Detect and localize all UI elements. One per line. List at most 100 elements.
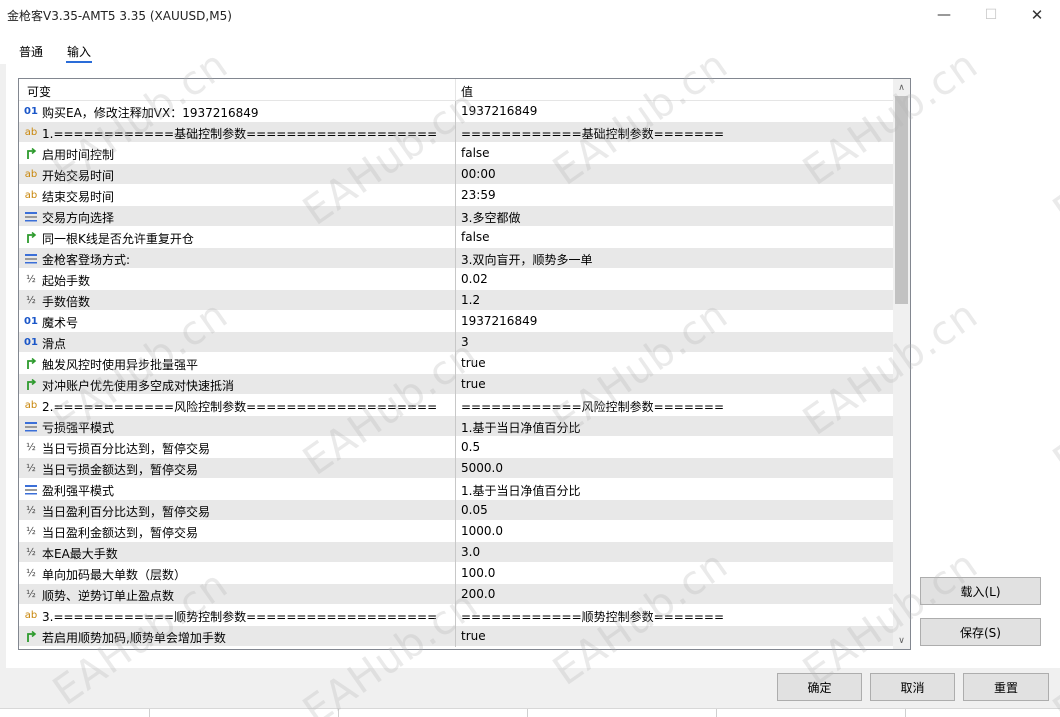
parameter-name: 2.============风险控制参数=================== <box>42 400 438 414</box>
parameter-row[interactable]: 盈利强平模式 1.基于当日净值百分比 <box>19 479 893 500</box>
cell-divider <box>455 584 456 605</box>
column-header-variable[interactable]: 可变 <box>27 83 51 100</box>
parameter-row[interactable]: ab 1.============基础控制参数==================… <box>19 122 893 143</box>
boolean-type-icon <box>24 145 38 161</box>
load-button[interactable]: 载入(L) <box>920 577 1041 605</box>
parameter-row[interactable]: ½ 单向加码最大单数（层数） 100.0 <box>19 563 893 584</box>
parameter-value[interactable]: ============风险控制参数======= <box>461 398 724 415</box>
window-title: 金枪客V3.35-AMT5 3.35 (XAUUSD,M5) <box>7 9 232 23</box>
parameter-row[interactable]: 启用时间控制 false <box>19 143 893 164</box>
parameter-name: 滑点 <box>42 337 67 351</box>
parameter-row[interactable]: ½ 当日盈利百分比达到，暂停交易 0.05 <box>19 500 893 521</box>
close-icon[interactable]: ✕ <box>1014 0 1060 30</box>
cell-divider <box>455 416 456 437</box>
parameter-value[interactable]: 1.基于当日净值百分比 <box>461 482 580 499</box>
reset-button[interactable]: 重置 <box>963 673 1049 701</box>
parameter-row[interactable]: ½ 当日亏损百分比达到，暂停交易 0.5 <box>19 437 893 458</box>
parameter-row[interactable]: 触发风控时使用异步批量强平 true <box>19 353 893 374</box>
parameter-name: 结束交易时间 <box>42 190 115 204</box>
minimize-icon[interactable]: — <box>921 0 967 30</box>
parameter-value[interactable]: false <box>461 230 490 244</box>
parameter-value[interactable]: ============基础控制参数======= <box>461 125 724 142</box>
parameter-value[interactable]: 1.2 <box>461 293 480 307</box>
ok-button[interactable]: 确定 <box>777 673 862 701</box>
parameter-row[interactable]: ab 开始交易时间 00:00 <box>19 164 893 185</box>
parameter-value[interactable]: 1.基于当日净值百分比 <box>461 419 580 436</box>
double-type-icon: ½ <box>26 462 36 474</box>
tab-general[interactable]: 普通 <box>19 43 43 60</box>
parameter-row[interactable]: 01 购买EA，修改注释加VX：1937216849 1937216849 <box>19 101 893 122</box>
parameter-row[interactable]: 金枪客登场方式: 3.双向盲开，顺势多一单 <box>19 248 893 269</box>
parameter-value[interactable]: true <box>461 377 486 391</box>
parameter-row[interactable]: ½ 手数倍数 1.2 <box>19 290 893 311</box>
parameter-value[interactable]: true <box>461 629 486 643</box>
parameter-value[interactable]: 3.0 <box>461 545 480 559</box>
double-type-icon: ½ <box>26 504 36 516</box>
cell-divider <box>455 395 456 416</box>
vertical-scrollbar[interactable]: ∧ ∨ <box>893 79 910 649</box>
cell-divider <box>455 500 456 521</box>
cell-divider <box>455 437 456 458</box>
enum-type-icon <box>24 208 38 224</box>
cell-divider <box>455 164 456 185</box>
enum-type-icon <box>24 250 38 266</box>
parameter-value[interactable]: 1000.0 <box>461 524 503 538</box>
parameter-row[interactable]: 01 滑点 3 <box>19 332 893 353</box>
maximize-icon[interactable]: ☐ <box>968 0 1014 30</box>
tab-inputs[interactable]: 输入 <box>67 43 91 60</box>
parameter-row[interactable]: 同一根K线是否允许重复开仓 false <box>19 227 893 248</box>
column-divider[interactable] <box>455 79 456 101</box>
parameter-value[interactable]: 3 <box>461 335 469 349</box>
parameter-value[interactable]: ============顺势控制参数======= <box>461 608 724 625</box>
parameter-value[interactable]: 1937216849 <box>461 314 537 328</box>
parameter-row[interactable]: ab 3.============顺势控制参数==================… <box>19 605 893 626</box>
parameter-value[interactable]: 5000.0 <box>461 461 503 475</box>
integer-type-icon: 01 <box>24 105 38 117</box>
scrollbar-thumb[interactable] <box>895 96 908 304</box>
parameter-value[interactable]: 200.0 <box>461 587 495 601</box>
parameter-row[interactable]: ½ 起始手数 0.02 <box>19 269 893 290</box>
integer-type-icon: 01 <box>24 315 38 327</box>
parameter-value[interactable]: false <box>461 146 490 160</box>
parameter-value[interactable]: 0.5 <box>461 440 480 454</box>
status-divider <box>149 709 150 717</box>
parameter-value[interactable]: 100.0 <box>461 566 495 580</box>
parameter-name: 开始交易时间 <box>42 169 115 183</box>
parameter-row[interactable]: ½ 当日盈利金额达到，暂停交易 1000.0 <box>19 521 893 542</box>
parameter-value[interactable]: 0.02 <box>461 272 488 286</box>
parameter-value[interactable]: 3.多空都做 <box>461 209 520 226</box>
parameter-value[interactable]: 00:00 <box>461 167 496 181</box>
parameter-value[interactable]: 1937216849 <box>461 104 537 118</box>
status-divider <box>338 709 339 717</box>
cell-divider <box>455 563 456 584</box>
parameter-row[interactable]: 亏损强平模式 1.基于当日净值百分比 <box>19 416 893 437</box>
save-button[interactable]: 保存(S) <box>920 618 1041 646</box>
cancel-button[interactable]: 取消 <box>870 673 955 701</box>
parameter-row[interactable]: 若启用顺势加码,顺势单会增加手数 true <box>19 626 893 647</box>
status-divider <box>527 709 528 717</box>
string-type-icon: ab <box>24 168 38 180</box>
parameter-name: 触发风控时使用异步批量强平 <box>42 358 199 372</box>
column-header-value[interactable]: 值 <box>461 83 473 100</box>
parameter-name: 盈利强平模式 <box>42 484 115 498</box>
parameter-name: 同一根K线是否允许重复开仓 <box>42 232 194 246</box>
parameter-row[interactable]: ab 2.============风险控制参数==================… <box>19 395 893 416</box>
parameter-row[interactable]: ½ 本EA最大手数 3.0 <box>19 542 893 563</box>
parameter-row[interactable]: 对冲账户优先使用多空成对快速抵消 true <box>19 374 893 395</box>
parameter-row[interactable]: ab 结束交易时间 23:59 <box>19 185 893 206</box>
parameter-row[interactable]: ½ 顺势、逆势订单止盈点数 200.0 <box>19 584 893 605</box>
parameter-name: 魔术号 <box>42 316 79 330</box>
parameter-value[interactable]: 23:59 <box>461 188 496 202</box>
parameter-row[interactable]: ½ 当日亏损金额达到，暂停交易 5000.0 <box>19 458 893 479</box>
parameter-row[interactable]: 01 魔术号 1937216849 <box>19 311 893 332</box>
scroll-down-icon[interactable]: ∨ <box>893 632 910 649</box>
parameter-value[interactable]: true <box>461 356 486 370</box>
parameter-value[interactable]: 3.双向盲开，顺势多一单 <box>461 251 592 268</box>
parameter-value[interactable]: 0.05 <box>461 503 488 517</box>
string-type-icon: ab <box>24 399 38 411</box>
string-type-icon: ab <box>24 609 38 621</box>
status-divider <box>716 709 717 717</box>
parameter-row[interactable]: 交易方向选择 3.多空都做 <box>19 206 893 227</box>
active-tab-indicator <box>66 61 92 63</box>
scroll-up-icon[interactable]: ∧ <box>893 79 910 96</box>
